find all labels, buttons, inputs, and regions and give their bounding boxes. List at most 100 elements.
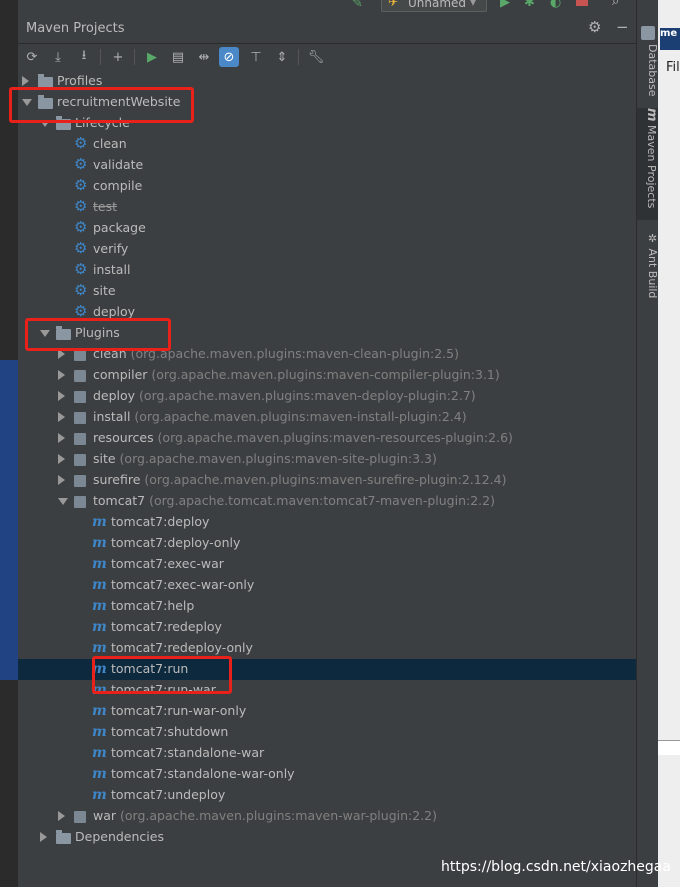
plugin-item[interactable]: tomcat7 (org.apache.tomcat.maven:tomcat7… <box>18 491 636 512</box>
chevron-right-icon[interactable] <box>58 370 65 380</box>
run-icon[interactable]: ▶ <box>500 0 510 10</box>
run-config-select[interactable]: ✈ Unnamed ▾ <box>381 0 487 12</box>
plugin-coordinates: (org.apache.maven.plugins:maven-site-plu… <box>115 451 437 466</box>
plugin-coordinates: (org.apache.maven.plugins:maven-war-plug… <box>116 808 437 823</box>
tree-item-label: surefire (org.apache.maven.plugins:maven… <box>93 472 507 487</box>
show-dependencies-icon[interactable]: ⊤ <box>246 47 266 67</box>
gear-icon: ⚙ <box>74 176 88 194</box>
tomcat-goal[interactable]: m tomcat7:exec-war <box>18 554 636 575</box>
plugin-item[interactable]: resources (org.apache.maven.plugins:mave… <box>18 428 636 449</box>
tree-item-label: clean <box>93 136 127 151</box>
database-icon <box>641 26 655 40</box>
plugin-item[interactable]: deploy (org.apache.maven.plugins:maven-d… <box>18 386 636 407</box>
plugin-icon <box>74 811 86 823</box>
tomcat-goal[interactable]: m tomcat7:deploy <box>18 512 636 533</box>
add-icon[interactable]: + <box>108 47 128 67</box>
tomcat-goal[interactable]: m tomcat7:deploy-only <box>18 533 636 554</box>
maven-goal-icon: m <box>92 703 107 719</box>
lifecycle-goal[interactable]: ⚙ site <box>18 281 636 302</box>
settings-wrench-icon[interactable]: 🔧︎ <box>306 47 326 67</box>
lifecycle-goal[interactable]: ⚙ validate <box>18 155 636 176</box>
plugin-coordinates: (org.apache.maven.plugins:maven-resource… <box>153 430 513 445</box>
tree-item-label: tomcat7:undeploy <box>111 787 226 802</box>
tab-maven-projects[interactable]: m Maven Projects <box>637 108 659 220</box>
tomcat-goal[interactable]: m tomcat7:help <box>18 596 636 617</box>
plugin-icon <box>74 496 86 508</box>
tree-item-label: compiler (org.apache.maven.plugins:maven… <box>93 367 500 382</box>
plugin-item[interactable]: compiler (org.apache.maven.plugins:maven… <box>18 365 636 386</box>
execute-goal-icon[interactable]: ▤ <box>168 47 188 67</box>
run-icon[interactable]: ▶ <box>142 47 162 67</box>
tomcat-goal[interactable]: m tomcat7:exec-war-only <box>18 575 636 596</box>
maven-goal-icon: m <box>92 766 107 782</box>
tree-item-label: deploy <box>93 304 136 319</box>
gear-icon: ⚙ <box>74 155 88 173</box>
plugin-item[interactable]: install (org.apache.maven.plugins:maven-… <box>18 407 636 428</box>
chevron-right-icon[interactable] <box>40 832 47 842</box>
download-icon[interactable]: ⭳ <box>74 47 94 67</box>
highlight-project <box>9 87 194 123</box>
tomcat-goal[interactable]: m tomcat7:undeploy <box>18 785 636 806</box>
maven-toolbar: ⟳ ⤓ ⭳ + ▶ ▤ ⇹ ⊘ ⊤ ⇕ 🔧︎ <box>18 43 636 70</box>
plugin-icon <box>74 370 86 382</box>
run-config-label: Unnamed <box>408 0 467 10</box>
tree-item-label: Profiles <box>57 73 103 88</box>
menu-file[interactable]: Fil <box>666 60 680 75</box>
tree-item-label: verify <box>93 241 129 256</box>
tree-item-label: test <box>93 199 118 214</box>
tree-item-label: Dependencies <box>75 829 164 844</box>
chevron-right-icon[interactable] <box>58 454 65 464</box>
tab-ant-build[interactable]: ✲ Ant Build <box>637 232 659 312</box>
plugin-item[interactable]: surefire (org.apache.maven.plugins:maven… <box>18 470 636 491</box>
chevron-down-icon: ▾ <box>470 0 477 9</box>
chevron-right-icon[interactable] <box>58 433 65 443</box>
tab-database[interactable]: Database <box>637 44 659 104</box>
plugin-icon <box>74 454 86 466</box>
search-icon[interactable]: ⌕ <box>612 0 619 9</box>
chevron-down-icon[interactable] <box>58 498 68 505</box>
chevron-right-icon[interactable] <box>58 412 65 422</box>
tree-item-label: deploy (org.apache.maven.plugins:maven-d… <box>93 388 476 403</box>
lifecycle-goal[interactable]: ⚙ install <box>18 260 636 281</box>
tomcat-goal[interactable]: m tomcat7:run-war-only <box>18 701 636 722</box>
highlight-plugins <box>25 318 171 351</box>
minimize-icon[interactable]: − <box>616 18 629 36</box>
tomcat-goal[interactable]: m tomcat7:standalone-war <box>18 743 636 764</box>
reimport-icon[interactable]: ⤓ <box>48 47 68 67</box>
refresh-icon[interactable]: ⟳ <box>22 47 42 67</box>
tomcat-goal[interactable]: m tomcat7:standalone-war-only <box>18 764 636 785</box>
debug-icon[interactable]: ✱ <box>524 0 535 10</box>
lifecycle-goal[interactable]: ⚙ test <box>18 197 636 218</box>
tomcat-goal[interactable]: m tomcat7:redeploy <box>18 617 636 638</box>
run-config-icon: ✈ <box>388 0 399 9</box>
lifecycle-goal[interactable]: ⚙ verify <box>18 239 636 260</box>
tree-item-label: site <box>93 283 116 298</box>
tab-maven-projects-label: Maven Projects <box>645 125 658 209</box>
chevron-right-icon[interactable] <box>58 475 65 485</box>
tree-item-label: tomcat7 (org.apache.tomcat.maven:tomcat7… <box>93 493 495 508</box>
maven-goal-icon: m <box>92 577 107 593</box>
plugin-item[interactable]: war (org.apache.maven.plugins:maven-war-… <box>18 806 636 827</box>
gear-icon[interactable]: ⚙ <box>588 18 601 36</box>
stop-icon[interactable] <box>576 0 588 6</box>
chevron-right-icon[interactable] <box>58 391 65 401</box>
coverage-icon[interactable]: ◐ <box>550 0 561 10</box>
build-hammer-icon[interactable]: ✎ <box>352 0 363 11</box>
plugin-icon <box>74 412 86 424</box>
skip-tests-icon[interactable]: ⊘ <box>219 47 239 67</box>
maven-goal-icon: m <box>92 556 107 572</box>
lifecycle-goal[interactable]: ⚙ package <box>18 218 636 239</box>
chevron-right-icon[interactable] <box>22 76 29 86</box>
chevron-right-icon[interactable] <box>58 811 65 821</box>
watermark: https://blog.csdn.net/xiaozhegaa <box>441 859 671 875</box>
tree-item-label: install <box>93 262 131 277</box>
plugin-item[interactable]: site (org.apache.maven.plugins:maven-sit… <box>18 449 636 470</box>
lifecycle-goal[interactable]: ⚙ clean <box>18 134 636 155</box>
tomcat-goal[interactable]: m tomcat7:shutdown <box>18 722 636 743</box>
toggle-offline-icon[interactable]: ⇹ <box>194 47 214 67</box>
gear-icon: ⚙ <box>74 302 88 320</box>
plugin-icon <box>74 391 86 403</box>
lifecycle-goal[interactable]: ⚙ compile <box>18 176 636 197</box>
collapse-all-icon[interactable]: ⇕ <box>272 47 292 67</box>
tree-dependencies[interactable]: Dependencies <box>18 827 636 848</box>
